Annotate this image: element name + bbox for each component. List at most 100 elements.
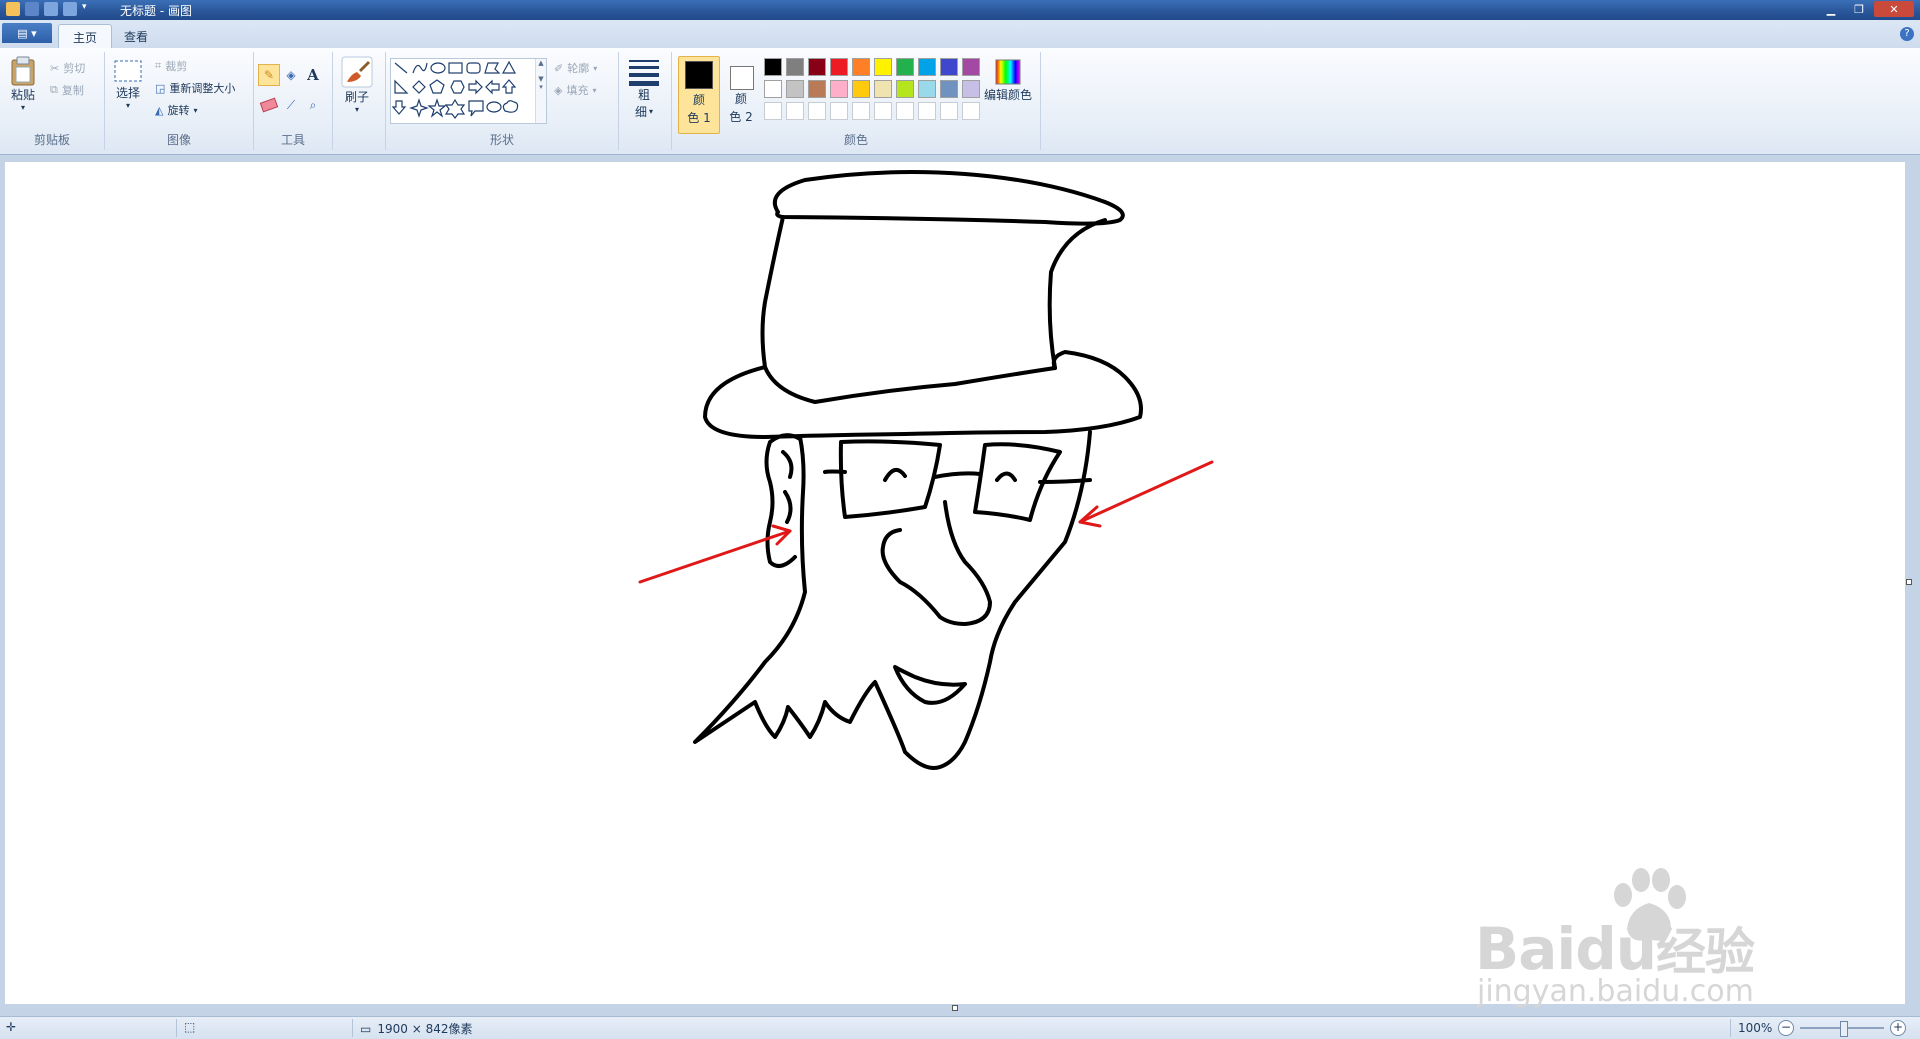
palette-custom-slot[interactable] bbox=[896, 102, 914, 120]
palette-custom-slot[interactable] bbox=[830, 102, 848, 120]
zoom-level: 100% bbox=[1738, 1021, 1773, 1035]
drawing-canvas[interactable]: Baidu经验 jingyan.baidu.com bbox=[5, 162, 1905, 1009]
color1-swatch bbox=[685, 61, 713, 89]
paint-menu-button[interactable]: ▤ ▾ bbox=[2, 23, 52, 43]
palette-color-swatch[interactable] bbox=[852, 80, 870, 98]
face-left-side bbox=[693, 430, 1092, 770]
select-label: 选择 bbox=[115, 86, 140, 100]
select-dropdown-icon[interactable]: ▾ bbox=[126, 101, 130, 110]
zoom-slider-thumb[interactable] bbox=[1840, 1021, 1848, 1037]
minimize-button[interactable]: ▁ bbox=[1818, 1, 1844, 17]
rotate-dropdown-icon: ▾ bbox=[193, 105, 198, 115]
color-wheel-icon bbox=[995, 59, 1021, 85]
zoom-in-button[interactable]: + bbox=[1890, 1020, 1906, 1036]
palette-custom-slot[interactable] bbox=[786, 102, 804, 120]
rotate-label: 旋转 bbox=[167, 104, 190, 117]
size-button[interactable]: 粗 细 ▾ bbox=[627, 58, 661, 120]
zoom-slider[interactable] bbox=[1800, 1021, 1884, 1037]
fill-icon: ◈ bbox=[554, 83, 563, 97]
palette-color-swatch[interactable] bbox=[808, 58, 826, 76]
brushes-button[interactable]: 刷子 ▾ bbox=[341, 56, 373, 114]
undo-icon[interactable] bbox=[44, 2, 58, 16]
palette-color-swatch[interactable] bbox=[764, 58, 782, 76]
hat-top-shape bbox=[772, 170, 1125, 226]
customize-qat-icon[interactable]: ▾ bbox=[82, 2, 92, 16]
cloud-callout-shape-icon bbox=[502, 100, 519, 113]
palette-custom-slot[interactable] bbox=[764, 102, 782, 120]
magnifier-tool[interactable]: ⌕ bbox=[302, 94, 324, 116]
maximize-button[interactable]: ❐ bbox=[1846, 1, 1872, 17]
palette-color-swatch[interactable] bbox=[918, 58, 936, 76]
palette-color-swatch[interactable] bbox=[830, 58, 848, 76]
help-icon[interactable]: ? bbox=[1900, 27, 1914, 41]
rotate-button[interactable]: ◭ 旋转 ▾ bbox=[155, 102, 197, 118]
copy-button[interactable]: ⧉ 复制 bbox=[50, 82, 84, 98]
palette-color-swatch[interactable] bbox=[962, 58, 980, 76]
hat-crown-shape bbox=[760, 215, 1107, 404]
outline-label: 轮廓 bbox=[567, 62, 590, 75]
resize-icon: ◲ bbox=[155, 81, 166, 95]
palette-color-swatch[interactable] bbox=[874, 80, 892, 98]
outline-button[interactable]: ✐ 轮廓 ▾ bbox=[554, 60, 597, 76]
zoom-out-button[interactable]: − bbox=[1778, 1020, 1794, 1036]
palette-custom-slot[interactable] bbox=[940, 102, 958, 120]
palette-color-swatch[interactable] bbox=[940, 58, 958, 76]
cut-button[interactable]: ✂ 剪切 bbox=[50, 60, 85, 76]
palette-custom-slot[interactable] bbox=[874, 102, 892, 120]
hat-brim-shape bbox=[703, 350, 1143, 439]
palette-color-swatch[interactable] bbox=[896, 80, 914, 98]
palette-color-swatch[interactable] bbox=[918, 80, 936, 98]
fill-tool[interactable]: ◈ bbox=[280, 64, 302, 86]
text-tool[interactable]: A bbox=[302, 64, 324, 86]
palette-color-swatch[interactable] bbox=[852, 58, 870, 76]
polygon-shape-icon bbox=[484, 62, 501, 74]
palette-custom-slot[interactable] bbox=[918, 102, 936, 120]
fill-button[interactable]: ◈ 填充 ▾ bbox=[554, 82, 596, 98]
line-width-icon bbox=[629, 60, 659, 86]
size-label-2: 细 bbox=[634, 105, 647, 119]
oval-shape-icon bbox=[430, 62, 446, 74]
window-controls: ▁ ❐ ✕ bbox=[1818, 1, 1914, 17]
paint-app-icon[interactable] bbox=[6, 2, 20, 16]
palette-custom-slot[interactable] bbox=[808, 102, 826, 120]
palette-color-swatch[interactable] bbox=[896, 58, 914, 76]
cut-label: 剪切 bbox=[63, 62, 86, 75]
palette-color-swatch[interactable] bbox=[830, 80, 848, 98]
resize-button[interactable]: ◲ 重新调整大小 bbox=[155, 80, 235, 96]
palette-color-swatch[interactable] bbox=[786, 80, 804, 98]
crop-button[interactable]: ⌗ 裁剪 bbox=[155, 58, 187, 74]
shapes-scroll[interactable]: ▲ ▼ ▾ bbox=[535, 59, 546, 123]
palette-color-swatch[interactable] bbox=[786, 58, 804, 76]
down-arrow-shape-icon bbox=[391, 100, 407, 115]
palette-color-swatch[interactable] bbox=[808, 80, 826, 98]
tab-view[interactable]: 查看 bbox=[110, 24, 162, 48]
palette-color-swatch[interactable] bbox=[962, 80, 980, 98]
eraser-tool[interactable] bbox=[258, 94, 280, 116]
brushes-label: 刷子 bbox=[344, 90, 369, 104]
palette-color-swatch[interactable] bbox=[874, 58, 892, 76]
image-group-label: 图像 bbox=[166, 133, 191, 147]
palette-color-swatch[interactable] bbox=[940, 80, 958, 98]
canvas-resize-handle-right[interactable] bbox=[1906, 579, 1912, 585]
save-icon[interactable] bbox=[25, 2, 39, 16]
palette-custom-slot[interactable] bbox=[962, 102, 980, 120]
paste-button[interactable]: 粘贴 ▾ bbox=[10, 56, 36, 112]
close-button[interactable]: ✕ bbox=[1874, 1, 1914, 17]
select-button[interactable]: 选择 ▾ bbox=[113, 58, 143, 110]
palette-color-swatch[interactable] bbox=[764, 80, 782, 98]
pencil-tool[interactable]: ✎ bbox=[258, 64, 280, 86]
watermark-url: jingyan.baidu.com bbox=[1477, 974, 1754, 1009]
tab-home[interactable]: 主页 bbox=[58, 24, 113, 49]
fill-label: 填充 bbox=[566, 84, 589, 97]
canvas-size-icon: ▭ bbox=[360, 1021, 372, 1036]
select-icon bbox=[114, 60, 142, 82]
paste-dropdown-icon[interactable]: ▾ bbox=[21, 103, 25, 112]
color2-button[interactable]: 颜 色 2 bbox=[722, 56, 760, 132]
palette-custom-slot[interactable] bbox=[852, 102, 870, 120]
canvas-resize-handle-bottom[interactable] bbox=[952, 1005, 958, 1011]
redo-icon[interactable] bbox=[63, 2, 77, 16]
paint-bucket-icon: ◈ bbox=[286, 68, 296, 82]
color-picker-tool[interactable]: ⟋ bbox=[280, 94, 302, 116]
edit-colors-button[interactable]: 编辑颜色 bbox=[984, 58, 1032, 103]
color1-button[interactable]: 颜 色 1 bbox=[678, 56, 720, 134]
